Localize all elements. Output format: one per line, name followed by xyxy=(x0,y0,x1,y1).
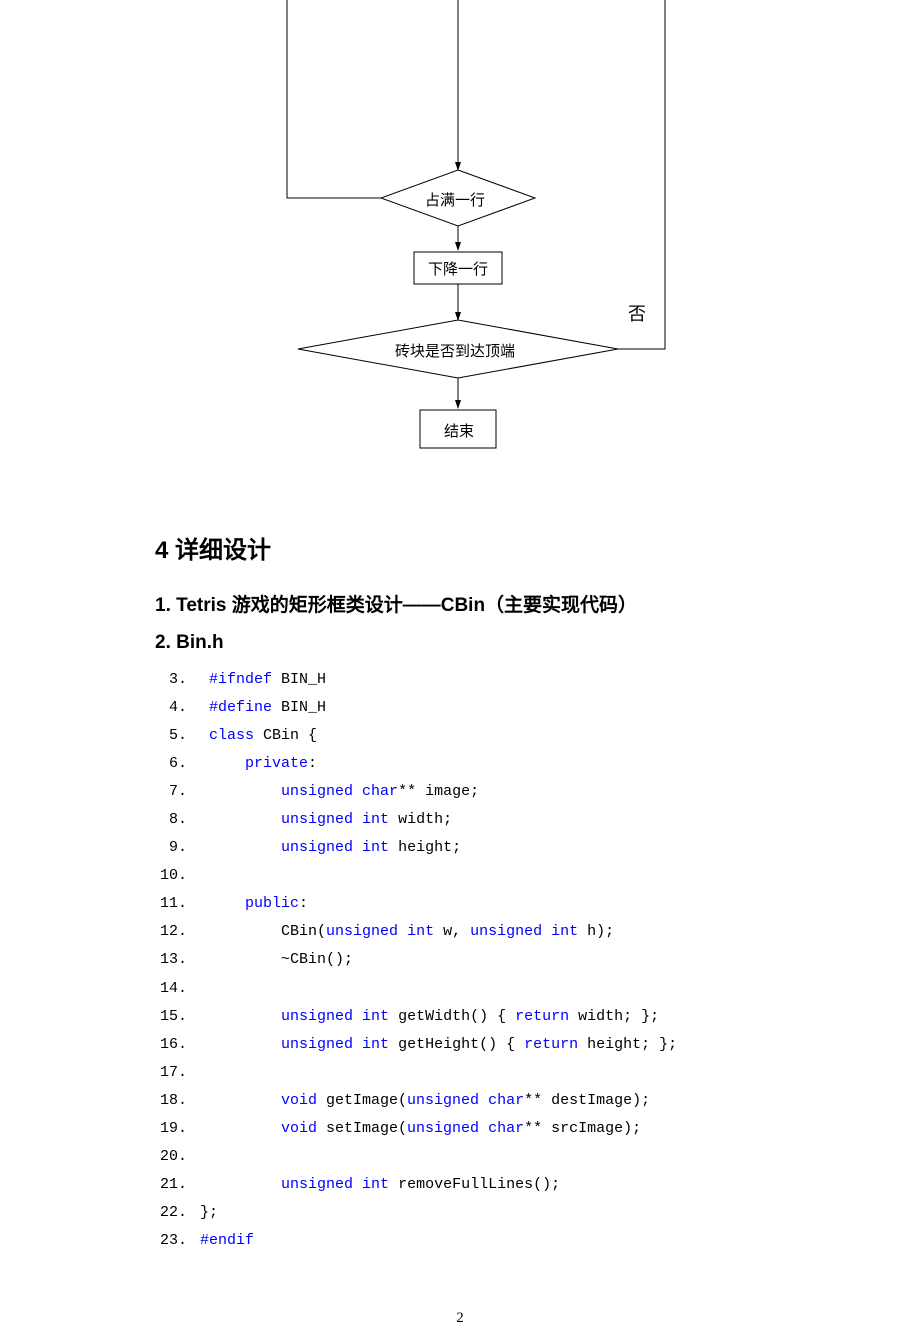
code-text: #define BIN_H xyxy=(187,694,326,722)
line-number: 17. xyxy=(155,1059,187,1087)
line-number: 15. xyxy=(155,1003,187,1031)
code-text: class CBin { xyxy=(187,722,317,750)
flowchart: 占满一行 下降一行 砖块是否到达顶端 结束 否 xyxy=(0,0,920,470)
flowchart-diamond1-text: 占满一行 xyxy=(425,189,485,210)
line-number: 13. xyxy=(155,946,187,974)
line-number: 9. xyxy=(155,834,187,862)
flowchart-diamond2-text: 砖块是否到达顶端 xyxy=(395,340,515,361)
line-number: 16. xyxy=(155,1031,187,1059)
heading-sub-2: 2. Bin.h xyxy=(155,632,765,654)
code-text: ~CBin(); xyxy=(187,946,353,974)
code-text: unsigned char** image; xyxy=(187,778,479,806)
code-line: 14. xyxy=(155,975,765,1003)
code-line: 6. private: xyxy=(155,750,765,778)
code-line: 15. unsigned int getWidth() { return wid… xyxy=(155,1003,765,1031)
line-number: 10. xyxy=(155,862,187,890)
code-text: void setImage(unsigned char** srcImage); xyxy=(187,1115,641,1143)
code-text: CBin(unsigned int w, unsigned int h); xyxy=(187,918,614,946)
line-number: 5. xyxy=(155,722,187,750)
code-line: 23. #endif xyxy=(155,1227,765,1255)
code-line: 18. void getImage(unsigned char** destIm… xyxy=(155,1087,765,1115)
line-number: 22. xyxy=(155,1199,187,1227)
line-number: 7. xyxy=(155,778,187,806)
code-text: public: xyxy=(187,890,308,918)
code-text: }; xyxy=(187,1199,218,1227)
content-area: 4 详细设计 1. Tetris 游戏的矩形框类设计——CBin（主要实现代码）… xyxy=(0,530,920,1327)
code-line: 11. public: xyxy=(155,890,765,918)
code-text: private: xyxy=(187,750,317,778)
line-number: 11. xyxy=(155,890,187,918)
code-line: 22. }; xyxy=(155,1199,765,1227)
code-line: 17. xyxy=(155,1059,765,1087)
line-number: 3. xyxy=(155,666,187,694)
code-line: 4. #define BIN_H xyxy=(155,694,765,722)
code-line: 16. unsigned int getHeight() { return he… xyxy=(155,1031,765,1059)
code-text: void getImage(unsigned char** destImage)… xyxy=(187,1087,650,1115)
code-listing: 3. #ifndef BIN_H4. #define BIN_H5. class… xyxy=(155,666,765,1255)
line-number: 18. xyxy=(155,1087,187,1115)
flowchart-box2-text: 结束 xyxy=(444,420,474,441)
document-page: 占满一行 下降一行 砖块是否到达顶端 结束 否 4 详细设计 1. Tetris… xyxy=(0,0,920,1327)
code-line: 13. ~CBin(); xyxy=(155,946,765,974)
flowchart-box1-text: 下降一行 xyxy=(428,258,488,279)
flowchart-no-label: 否 xyxy=(628,300,646,326)
line-number: 19. xyxy=(155,1115,187,1143)
line-number: 4. xyxy=(155,694,187,722)
code-line: 12. CBin(unsigned int w, unsigned int h)… xyxy=(155,918,765,946)
code-text: #endif xyxy=(187,1227,254,1255)
code-line: 5. class CBin { xyxy=(155,722,765,750)
line-number: 8. xyxy=(155,806,187,834)
code-line: 3. #ifndef BIN_H xyxy=(155,666,765,694)
code-line: 19. void setImage(unsigned char** srcIma… xyxy=(155,1115,765,1143)
line-number: 23. xyxy=(155,1227,187,1255)
code-text: #ifndef BIN_H xyxy=(187,666,326,694)
code-line: 21. unsigned int removeFullLines(); xyxy=(155,1171,765,1199)
code-text: unsigned int width; xyxy=(187,806,452,834)
line-number: 6. xyxy=(155,750,187,778)
code-text: unsigned int getHeight() { return height… xyxy=(187,1031,677,1059)
code-text: unsigned int removeFullLines(); xyxy=(187,1171,560,1199)
heading-sub-1: 1. Tetris 游戏的矩形框类设计——CBin（主要实现代码） xyxy=(155,590,765,617)
line-number: 20. xyxy=(155,1143,187,1171)
flowchart-lines xyxy=(0,0,920,470)
code-line: 9. unsigned int height; xyxy=(155,834,765,862)
line-number: 14. xyxy=(155,975,187,1003)
heading-section-4: 4 详细设计 xyxy=(155,530,765,565)
code-text: unsigned int getWidth() { return width; … xyxy=(187,1003,659,1031)
code-line: 8. unsigned int width; xyxy=(155,806,765,834)
code-line: 7. unsigned char** image; xyxy=(155,778,765,806)
page-number: 2 xyxy=(155,1310,765,1327)
line-number: 12. xyxy=(155,918,187,946)
code-text: unsigned int height; xyxy=(187,834,461,862)
code-line: 20. xyxy=(155,1143,765,1171)
line-number: 21. xyxy=(155,1171,187,1199)
code-line: 10. xyxy=(155,862,765,890)
